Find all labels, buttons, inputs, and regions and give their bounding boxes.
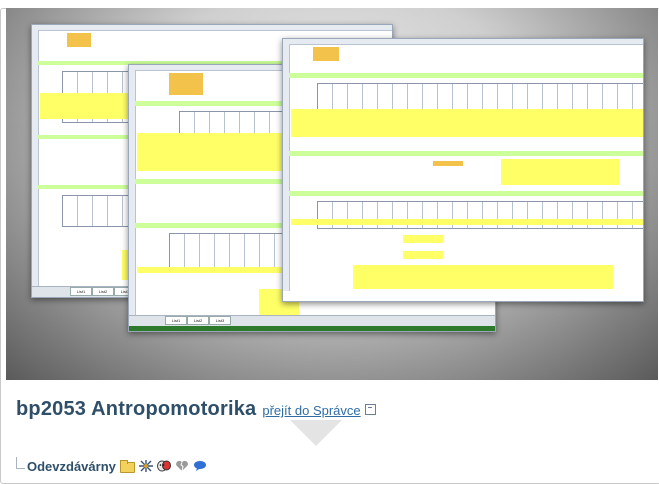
column-header [32, 25, 392, 31]
sheet-tab: List3 [209, 316, 231, 325]
status-bar [129, 326, 495, 331]
external-link-icon[interactable] [364, 404, 376, 415]
cell-block [289, 73, 643, 78]
row-header [283, 44, 290, 291]
cell-block [353, 265, 613, 289]
chat-bubble-icon[interactable] [193, 460, 207, 472]
page: List1 List2 List3 List1 List2 List3 bp20… [0, 0, 659, 484]
cell-block [403, 235, 443, 243]
submission-folder-row: Odevzdávárny [16, 456, 207, 476]
cell-block [313, 47, 339, 61]
sheet-tab: List2 [92, 287, 114, 296]
cell-block [169, 73, 203, 95]
cell-block [67, 33, 91, 47]
row-header [32, 30, 39, 287]
theatre-mask-icon[interactable] [156, 460, 171, 472]
spark-icon[interactable] [138, 460, 153, 472]
row-header [129, 70, 136, 321]
course-title: bp2053 Antropomotorika [16, 398, 257, 420]
sheet-tab: List1 [165, 316, 187, 325]
column-header [283, 39, 643, 45]
cell-block [291, 109, 643, 137]
sheet-tabs: List1 List2 List3 [129, 315, 495, 326]
cell-block [403, 251, 443, 259]
spreadsheet-thumbnail-front [282, 38, 644, 302]
sheet-tab: List2 [187, 316, 209, 325]
tree-connector [16, 457, 25, 469]
submission-folder-link[interactable]: Odevzdávárny [27, 459, 116, 474]
manager-link[interactable]: přejít do Správce [262, 403, 360, 418]
cell-block [289, 191, 643, 196]
sheet-tab: List1 [70, 287, 92, 296]
broken-heart-icon[interactable] [175, 460, 189, 472]
cell-block [137, 133, 287, 171]
cell-block [433, 161, 463, 166]
cell-block [137, 267, 297, 273]
cell-block [289, 151, 643, 156]
folder-icon[interactable] [119, 459, 135, 473]
course-title-row: bp2053 Antropomotorika přejít do Správce [16, 398, 376, 428]
cell-block [291, 219, 643, 225]
cell-block [501, 159, 619, 185]
file-preview[interactable]: List1 List2 List3 List1 List2 List3 [6, 8, 658, 380]
